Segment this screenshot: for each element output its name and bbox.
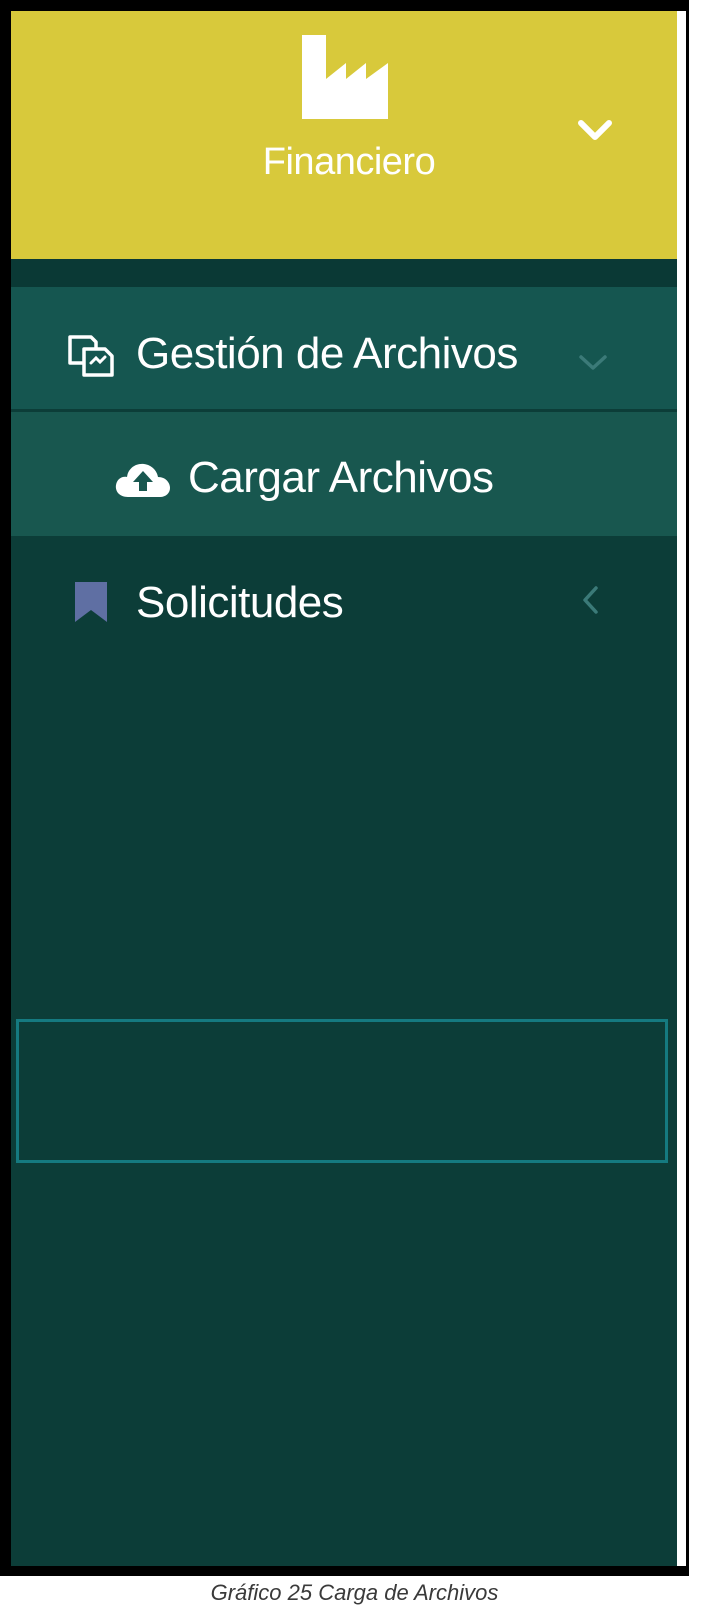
sidebar-item-solicitudes[interactable]: Solicitudes — [11, 536, 677, 666]
highlight-box — [16, 1019, 668, 1163]
module-header[interactable]: Financiero — [11, 11, 677, 259]
chevron-down-icon[interactable] — [578, 354, 608, 372]
sidebar-item-label: Cargar Archivos — [188, 453, 494, 502]
sidebar-item-label: Solicitudes — [136, 578, 344, 627]
content-edge — [677, 11, 686, 1566]
files-icon — [68, 335, 114, 377]
chevron-left-icon[interactable] — [581, 585, 599, 615]
bookmark-icon — [75, 582, 107, 622]
sidebar-item-cargar-archivos[interactable]: Cargar Archivos — [11, 412, 677, 536]
sidebar-item-label: Gestión de Archivos — [136, 329, 518, 378]
figure-caption: Gráfico 25 Carga de Archivos — [210, 1580, 499, 1605]
module-title: Financiero — [262, 141, 436, 183]
sidebar: Financiero Gestión de Archivos Cargar Ar… — [11, 11, 677, 1566]
cloud-upload-icon — [115, 463, 170, 497]
header-divider-strip — [11, 259, 677, 287]
chevron-down-icon[interactable] — [577, 118, 613, 144]
sidebar-item-gestion-de-archivos[interactable]: Gestión de Archivos — [11, 287, 677, 409]
factory-icon — [302, 35, 388, 119]
